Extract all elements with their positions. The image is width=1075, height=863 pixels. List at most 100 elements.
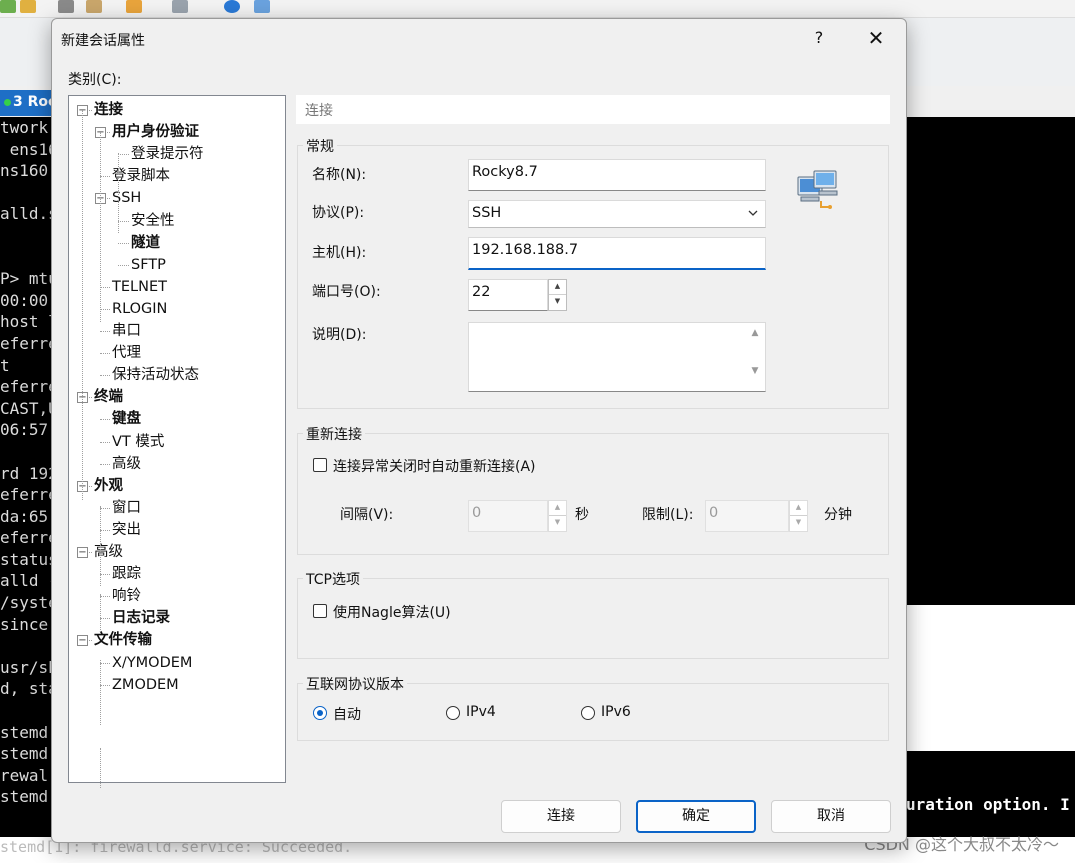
category-tree[interactable]: − 连接 − 用户身份验证 登录提示符 登录脚本 − SSH 安全性 隧道 SFTP TELNET RL… — [68, 95, 286, 788]
lock-icon[interactable] — [20, 0, 36, 13]
tree-connector — [118, 154, 129, 156]
section-header: 连接 — [296, 95, 890, 124]
help-icon[interactable] — [224, 0, 240, 13]
spin-up-icon[interactable]: ▲ — [549, 280, 566, 295]
interval-input[interactable]: 0 — [468, 500, 548, 532]
radio-ipv4-label[interactable]: IPv4 — [466, 704, 496, 720]
tree-item[interactable]: TELNET — [112, 277, 167, 297]
edit-icon[interactable] — [86, 0, 102, 13]
help-button[interactable]: ? — [796, 19, 842, 57]
tree-item[interactable]: RLOGIN — [112, 299, 167, 319]
chat-icon[interactable] — [254, 0, 270, 13]
tree-item[interactable]: 用户身份验证 — [112, 122, 199, 142]
close-button[interactable]: ✕ — [853, 19, 899, 57]
auto-reconnect-label[interactable]: 连接异常关闭时自动重新连接(A) — [333, 456, 536, 476]
collapse-icon[interactable]: − — [77, 547, 88, 558]
terminal-line: stemd — [0, 744, 49, 764]
tree-item[interactable]: X/YMODEM — [112, 653, 192, 673]
tree-item[interactable]: ZMODEM — [112, 675, 179, 695]
collapse-icon[interactable]: − — [77, 635, 88, 647]
tree-item[interactable]: 文件传输 — [94, 630, 152, 650]
tree-item[interactable]: 窗口 — [112, 498, 141, 518]
tree-item[interactable]: 键盘 — [112, 409, 141, 429]
protocol-select[interactable]: SSH — [468, 200, 766, 228]
scroll-up-icon[interactable]: ▲ — [746, 328, 764, 338]
limit-stepper[interactable]: ▲ ▼ — [789, 500, 808, 532]
description-label: 说明(D): — [312, 327, 367, 343]
scroll-down-icon[interactable]: ▼ — [746, 366, 764, 376]
tree-connector — [82, 110, 83, 500]
tree-item[interactable]: SFTP — [131, 255, 166, 275]
terminal-line: /syste — [0, 593, 58, 613]
radio-auto[interactable] — [313, 706, 327, 720]
computer-network-icon — [797, 170, 838, 209]
tree-item[interactable]: 外观 — [94, 476, 123, 496]
terminal-line: ens16 — [0, 139, 58, 159]
limit-input[interactable]: 0 — [705, 500, 789, 532]
tree-item[interactable]: 代理 — [112, 343, 141, 363]
dialog-title: 新建会话属性 — [61, 33, 145, 49]
tree-item[interactable]: 串口 — [112, 321, 141, 341]
spin-down-icon[interactable]: ▼ — [549, 295, 566, 310]
add-icon[interactable] — [126, 0, 142, 13]
nagle-label[interactable]: 使用Nagle算法(U) — [333, 602, 451, 622]
tree-item[interactable]: 保持活动状态 — [112, 365, 199, 385]
tree-item[interactable]: 连接 — [94, 100, 123, 120]
tree-item[interactable]: SSH — [112, 188, 141, 208]
spin-up-icon[interactable]: ▲ — [549, 501, 566, 516]
connect-button[interactable]: 连接 — [501, 800, 621, 833]
session-tab-label: 3 Roc — [13, 94, 57, 110]
port-stepper[interactable]: ▲ ▼ — [548, 279, 567, 311]
protocol-label: 协议(P): — [312, 205, 365, 221]
spin-up-icon[interactable]: ▲ — [790, 501, 807, 516]
description-scrollbar[interactable]: ▲ ▼ — [746, 324, 764, 390]
spin-down-icon[interactable]: ▼ — [549, 516, 566, 531]
keyboard-icon[interactable] — [58, 0, 74, 13]
tree-item[interactable]: 高级 — [112, 454, 141, 474]
general-group-label: 常规 — [303, 136, 337, 156]
spin-down-icon[interactable]: ▼ — [790, 516, 807, 531]
tree-item[interactable]: VT 模式 — [112, 432, 164, 452]
tree-connector — [118, 153, 119, 233]
tree-item[interactable]: 登录提示符 — [131, 144, 204, 164]
radio-ipv4[interactable] — [446, 706, 460, 720]
tree-item[interactable]: 跟踪 — [112, 564, 141, 584]
radio-auto-label[interactable]: 自动 — [333, 704, 361, 724]
ok-button[interactable]: 确定 — [636, 800, 756, 833]
interval-unit: 秒 — [575, 507, 589, 523]
host-label: 主机(H): — [312, 245, 367, 261]
tree-connector — [100, 441, 110, 443]
tree-item[interactable]: 登录脚本 — [112, 166, 170, 186]
terminal-line: stemd — [0, 787, 49, 807]
terminal-line: rewal — [0, 765, 49, 785]
tree-connector — [100, 660, 101, 725]
limit-label: 限制(L): — [642, 507, 694, 523]
tree-connector — [100, 529, 110, 531]
description-textarea[interactable] — [468, 322, 766, 392]
background-toolbar — [0, 0, 1075, 18]
protocol-value: SSH — [472, 205, 502, 221]
layout-icon[interactable] — [172, 0, 188, 13]
tree-item[interactable]: 终端 — [94, 387, 123, 407]
tree-item[interactable]: 隧道 — [131, 233, 160, 253]
name-input[interactable]: Rocky8.7 — [468, 159, 766, 191]
tree-connector — [100, 308, 110, 310]
nagle-checkbox[interactable] — [313, 604, 327, 618]
auto-reconnect-checkbox[interactable] — [313, 458, 327, 472]
port-input[interactable]: 22 — [468, 279, 548, 311]
toolbar-icon[interactable] — [0, 0, 16, 13]
tree-item[interactable]: 突出 — [112, 520, 141, 540]
terminal-line: da:65 — [0, 506, 49, 526]
cancel-button[interactable]: 取消 — [771, 800, 891, 833]
interval-stepper[interactable]: ▲ ▼ — [548, 500, 567, 532]
radio-ipv6[interactable] — [581, 706, 595, 720]
tree-item[interactable]: 日志记录 — [112, 608, 170, 628]
tree-item[interactable]: 安全性 — [131, 211, 175, 231]
terminal-line: host l — [0, 312, 58, 332]
host-input[interactable]: 192.168.188.7 — [468, 237, 766, 270]
radio-ipv6-label[interactable]: IPv6 — [601, 704, 631, 720]
tree-item[interactable]: 响铃 — [112, 586, 141, 606]
tree-connector — [100, 748, 101, 788]
tree-item[interactable]: 高级 — [94, 542, 123, 562]
